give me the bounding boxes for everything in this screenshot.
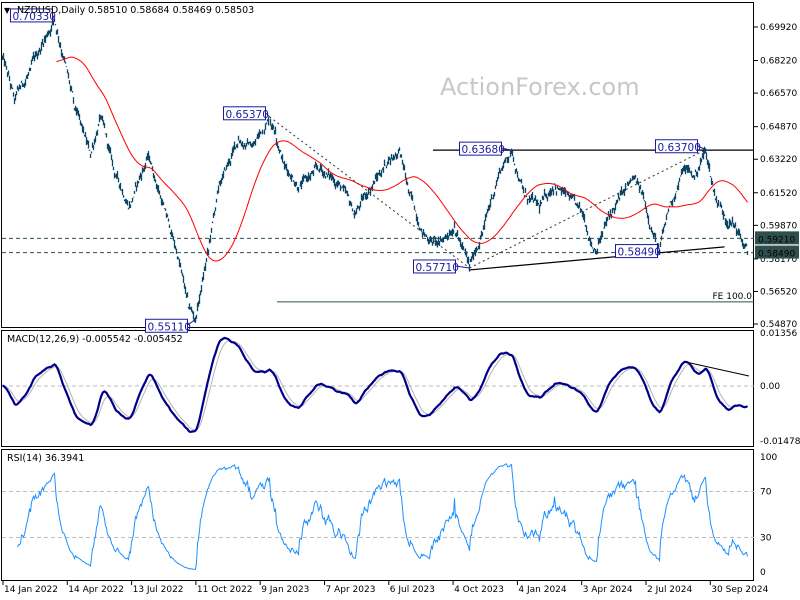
- x-tick-label: 2 Jul 2024: [647, 585, 692, 595]
- macd-axis-label: 0.01356: [760, 329, 797, 339]
- price-label: 0.63680: [462, 144, 505, 156]
- y-tick-label: 0.61520: [760, 189, 797, 199]
- symbol-title: NZDUSD,Daily: [17, 5, 86, 16]
- macd-axis-label: 0.00: [760, 382, 780, 392]
- nzdusd-chart: ActionForex.com FE 100.0 0.703300.653700…: [0, 0, 800, 600]
- price-label: 0.57710: [416, 262, 459, 274]
- y-tick-label: 0.56520: [760, 287, 797, 297]
- ohlc-values: 0.58510 0.58684 0.58469 0.58503: [88, 5, 254, 16]
- price-tag-label: 0.58490: [758, 250, 795, 260]
- y-tick-label: 0.66570: [760, 89, 797, 99]
- y-tick-label: 0.64870: [760, 123, 797, 133]
- rsi-axis-label: 70: [760, 488, 772, 498]
- rsi-axis-label: 0: [760, 568, 766, 578]
- x-tick-label: 3 Apr 2024: [583, 585, 633, 595]
- x-tick-label: 7 Apr 2023: [326, 585, 376, 595]
- x-tick-label: 13 Jul 2022: [133, 585, 184, 595]
- macd-title: MACD(12,26,9) -0.005542 -0.005452: [7, 334, 183, 345]
- y-tick-label: 0.69920: [760, 23, 797, 33]
- x-tick-label: 9 Jan 2023: [261, 585, 309, 595]
- x-tick-label: 11 Oct 2022: [197, 585, 253, 595]
- x-tick-label: 14 Apr 2022: [68, 585, 124, 595]
- y-tick-label: 0.68220: [760, 57, 797, 67]
- y-tick-label: 0.54870: [760, 320, 797, 330]
- rsi-axis-label: 30: [760, 534, 772, 544]
- collapse-arrow-icon[interactable]: ▼: [4, 6, 11, 15]
- price-label: 0.65370: [226, 109, 269, 121]
- x-tick-label: 6 Jul 2023: [390, 585, 435, 595]
- fe-label: FE 100.0: [713, 292, 753, 302]
- x-tick-label: 14 Jan 2022: [4, 585, 58, 595]
- x-tick-label: 30 Sep 2024: [711, 585, 768, 595]
- price-label: 0.63700: [658, 142, 701, 154]
- macd-axis-label: -0.014783: [760, 437, 800, 447]
- rsi-axis-label: 100: [760, 453, 777, 463]
- price-label: 0.58490: [618, 247, 661, 259]
- rsi-title: RSI(14) 36.3941: [7, 453, 84, 464]
- y-tick-label: 0.63220: [760, 155, 797, 165]
- x-tick-label: 4 Oct 2023: [454, 585, 504, 595]
- price-tag-label: 0.59210: [758, 235, 795, 245]
- y-tick-label: 0.59870: [760, 221, 797, 231]
- price-label: 0.55110: [148, 321, 191, 333]
- x-tick-label: 4 Jan 2024: [518, 585, 566, 595]
- watermark: ActionForex.com: [440, 73, 640, 101]
